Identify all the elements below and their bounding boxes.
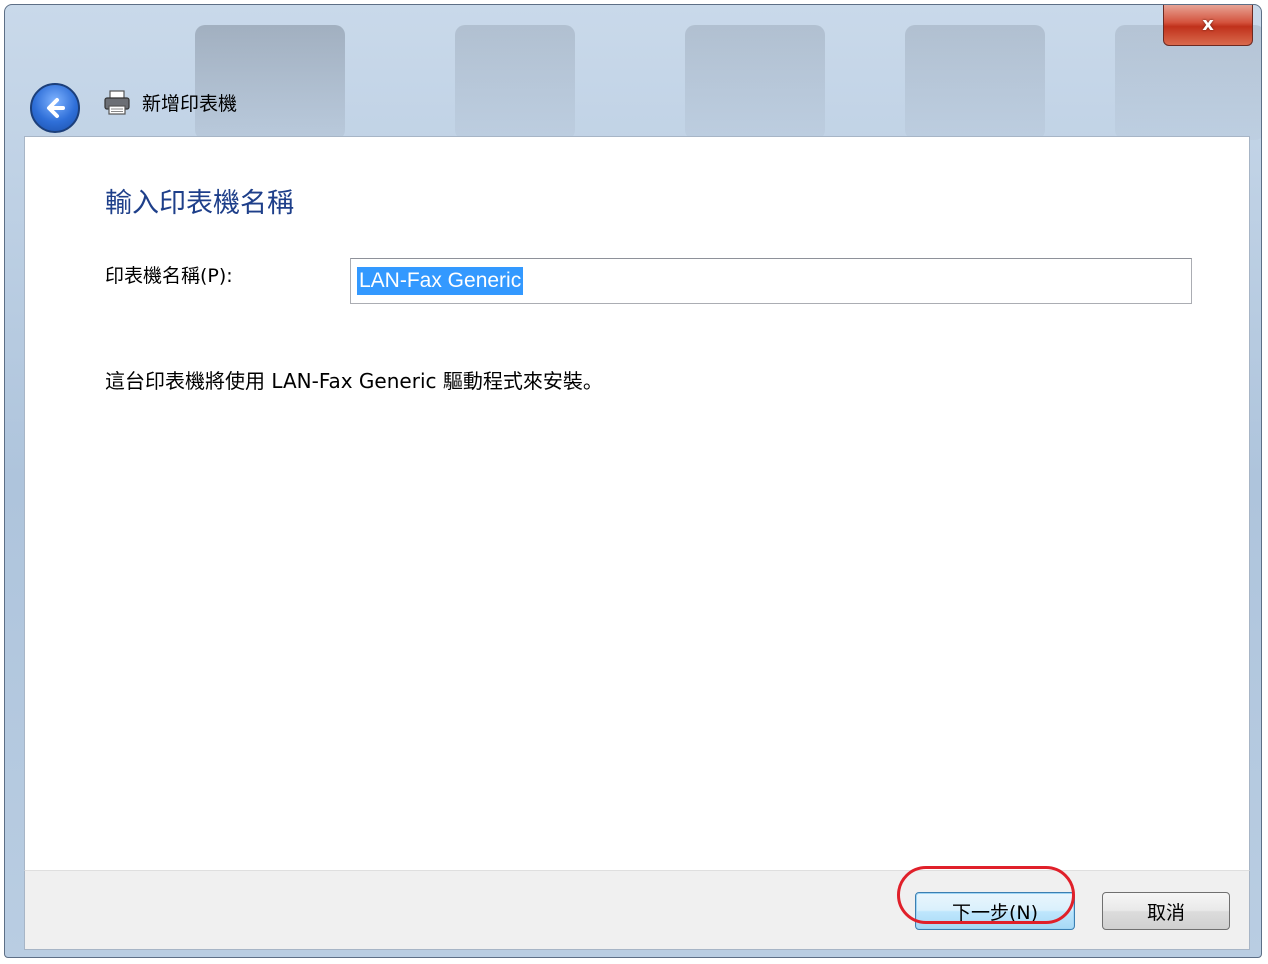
add-printer-window: x 新增印表機 輸入印表機名稱 印表機名稱(P): LAN-Fax Generi… [4,4,1262,958]
cancel-button[interactable]: 取消 [1102,892,1230,930]
page-heading: 輸入印表機名稱 [105,188,294,219]
printer-decoration [905,25,1045,140]
printer-name-value: LAN-Fax Generic [357,267,524,295]
next-button-highlight [897,866,1075,924]
printer-decoration [195,25,345,140]
printer-icon [104,90,130,115]
printer-name-label: 印表機名稱(P): [105,265,233,287]
back-button[interactable] [30,83,80,133]
wizard-content: 輸入印表機名稱 印表機名稱(P): LAN-Fax Generic 這台印表機將… [24,136,1250,870]
close-icon: x [1202,14,1214,35]
window-title: 新增印表機 [142,93,238,115]
driver-info-text: 這台印表機將使用 LAN-Fax Generic 驅動程式來安裝。 [105,369,603,393]
close-button[interactable]: x [1163,5,1253,46]
back-arrow-icon [47,98,65,118]
printer-decoration [455,25,575,140]
printer-decoration [685,25,825,140]
printer-name-input[interactable]: LAN-Fax Generic [350,258,1192,304]
